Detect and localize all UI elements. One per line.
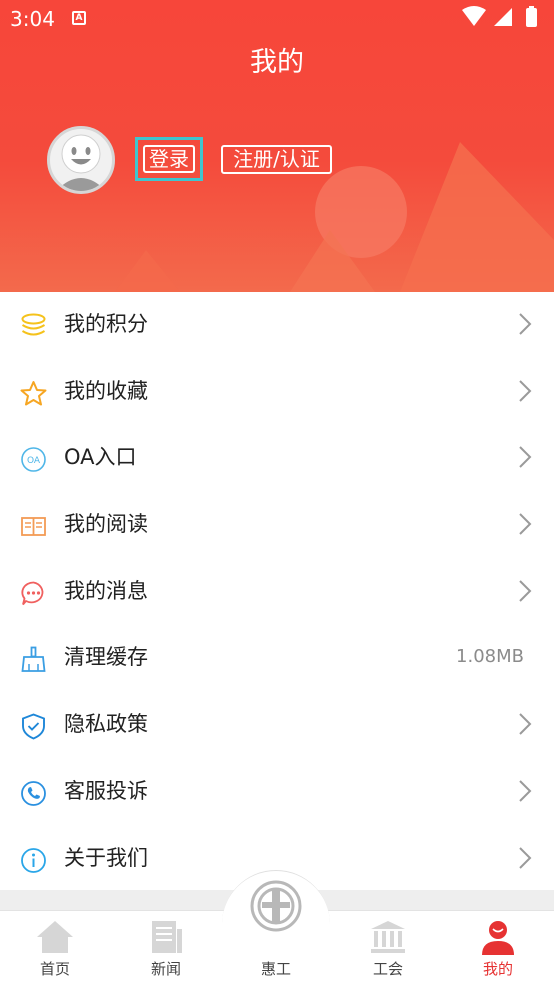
menu-item-label: 我的收藏 [64,378,148,403]
user-icon [482,921,514,955]
menu-item-label: 隐私政策 [64,712,148,737]
menu-list: 我的积分 我的收藏 OA OA入口 我的阅读 我的消息 清理缓存 1.08MB … [0,292,554,892]
menu-item-messages[interactable]: 我的消息 [0,559,554,626]
status-bar: 3:04 A [0,0,554,36]
menu-item-label: 客服投诉 [64,778,148,803]
building-icon [371,921,405,953]
menu-item-clear-cache[interactable]: 清理缓存 1.08MB [0,625,554,692]
tab-mine[interactable]: 我的 [443,911,553,985]
chevron-right-icon [519,780,532,802]
star-icon [20,380,47,406]
wifi-icon [462,6,486,26]
chevron-right-icon [519,580,532,602]
register-button[interactable]: 注册/认证 [221,145,332,174]
tab-label: 新闻 [150,960,181,978]
menu-item-label: 我的消息 [64,578,148,603]
chevron-right-icon [519,513,532,535]
shield-icon [22,713,45,740]
tab-union[interactable]: 工会 [333,911,443,985]
menu-item-label: OA入口 [64,445,137,470]
login-highlight: 登录 [135,137,203,181]
menu-item-label: 我的阅读 [64,512,148,537]
menu-item-label: 关于我们 [64,845,148,870]
cache-size: 1.08MB [456,646,524,668]
menu-item-label: 我的积分 [64,312,148,336]
menu-item-label: 清理缓存 [64,645,148,670]
page-title: 我的 [250,47,304,78]
tab-label: 首页 [39,960,70,978]
message-icon [21,581,44,605]
menu-item-points[interactable]: 我的积分 [0,292,554,359]
broom-icon [21,647,46,673]
home-icon [37,921,73,953]
tab-news[interactable]: 新闻 [111,911,221,985]
login-button[interactable]: 登录 [143,145,195,173]
status-time: 3:04 [10,7,55,31]
menu-item-favorites[interactable]: 我的收藏 [0,359,554,426]
menu-item-customer-service[interactable]: 客服投诉 [0,759,554,826]
chevron-right-icon [519,713,532,735]
tab-label: 我的 [482,960,513,978]
chevron-right-icon [519,446,532,469]
chevron-right-icon [519,846,532,869]
phone-icon [21,780,46,806]
coins-icon [21,313,46,336]
profile-header: 3:04 A 我的 登录 注册/认证 [0,0,554,292]
menu-item-oa[interactable]: OA OA入口 [0,425,554,492]
a-badge-icon: A [72,11,86,25]
book-icon [21,517,46,536]
avatar[interactable] [47,126,115,194]
oa-icon: OA [21,447,46,473]
svg-text:OA: OA [27,456,41,466]
tab-label: 惠工 [260,960,291,978]
chevron-right-icon [519,379,532,402]
menu-item-privacy[interactable]: 隐私政策 [0,692,554,759]
battery-icon [526,8,537,27]
tab-label: 工会 [372,960,403,978]
menu-item-reading[interactable]: 我的阅读 [0,492,554,559]
news-icon [152,921,182,953]
status-icons [462,6,537,27]
chevron-right-icon [519,313,532,335]
union-logo-icon[interactable] [250,880,302,932]
signal-icon [494,8,512,26]
info-icon [21,847,46,873]
tab-home[interactable]: 首页 [0,911,110,985]
default-avatar-icon [56,134,106,191]
